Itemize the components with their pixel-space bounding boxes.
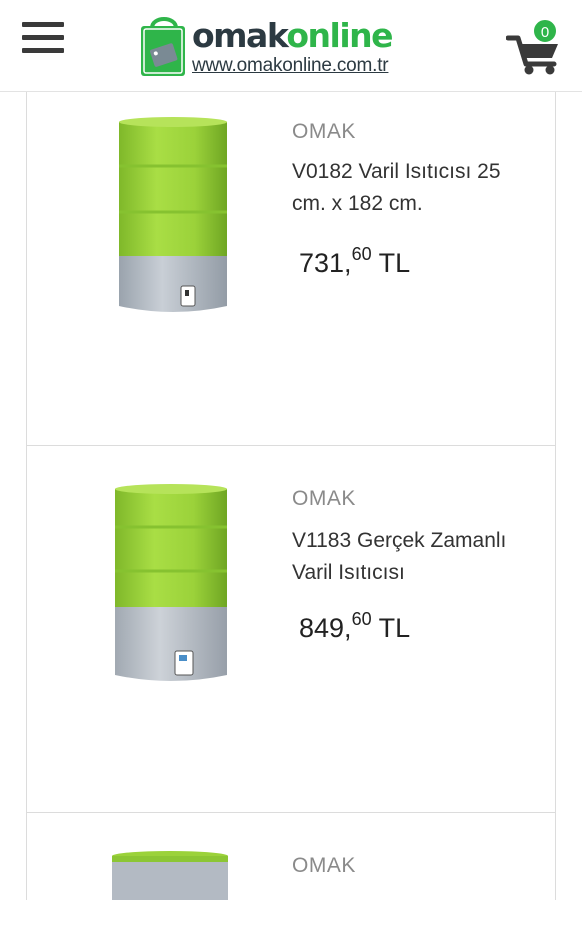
product-list: OMAK V0182 Varil Isıtıcısı 25 cm. x 182 … (26, 92, 556, 934)
cart-count-badge[interactable]: 0 (532, 18, 558, 44)
hamburger-menu-icon[interactable] (22, 22, 66, 62)
product-name[interactable]: V0182 Varil Isıtıcısı 25 cm. x 182 cm. (292, 156, 537, 220)
logo-url[interactable]: www.omakonline.com.tr (192, 55, 389, 77)
product-name[interactable]: V1183 Gerçek Zamanlı Varil Isıtıcısı (292, 525, 537, 589)
product-price: 731,60 TL (299, 244, 411, 278)
product-price: 849,60 TL (299, 609, 411, 643)
product-image-barrel-heater[interactable] (115, 116, 231, 320)
omakonline-logo[interactable]: omakonline www.omakonline.com.tr (138, 8, 450, 80)
product-image-barrel-heater[interactable] (111, 483, 231, 689)
product-card[interactable]: OMAK V0182 Varil Isıtıcısı 25 cm. x 182 … (27, 92, 555, 446)
product-brand: OMAK (292, 854, 356, 877)
shopping-bag-logo-icon (141, 17, 185, 76)
product-brand: OMAK (292, 120, 356, 143)
product-card[interactable]: OMAK V1183 Gerçek Zamanlı Varil Isıtıcıs… (27, 447, 555, 813)
product-card[interactable]: OMAK (27, 814, 555, 934)
product-image-barrel-heater[interactable] (109, 850, 231, 900)
logo-wordmark: omakonline (192, 16, 394, 55)
top-header: omakonline www.omakonline.com.tr 0 (0, 0, 582, 92)
product-brand: OMAK (292, 487, 356, 510)
